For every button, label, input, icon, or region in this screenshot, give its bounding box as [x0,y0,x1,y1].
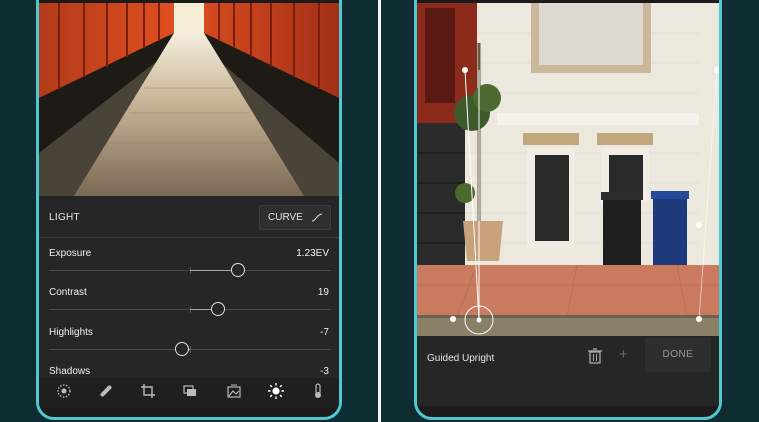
selective-edit-icon[interactable] [181,382,199,400]
house-photo[interactable] [417,3,719,339]
add-guide-icon[interactable]: + [619,346,633,364]
curve-button[interactable]: CURVE [259,205,331,230]
healing-brush-icon[interactable] [97,382,115,400]
slider-center-mark [190,346,191,353]
slider-label: Highlights [49,327,93,338]
slider-label: Exposure [49,248,92,259]
divider [378,0,381,422]
light-panel: LIGHT CURVE Exposure 1.23EV Contrast 19 [39,196,339,406]
crop-icon[interactable] [139,382,157,400]
app-showcase: LIGHT CURVE Exposure 1.23EV Contrast 19 [0,0,759,422]
contrast-slider[interactable]: Contrast 19 [39,287,339,325]
light-icon[interactable] [267,382,285,400]
slider-value: 1.23EV [296,248,329,259]
profiles-icon[interactable] [225,382,243,400]
slider-value: -7 [320,327,329,338]
panel-title: LIGHT [49,212,80,223]
slider-value: 19 [317,287,329,298]
slider-handle[interactable] [211,302,226,316]
slider-label: Shadows [49,366,91,377]
light-panel-header: LIGHT CURVE [39,196,339,238]
slider-label: Contrast [49,287,87,298]
torii-gate-photo[interactable] [39,3,339,196]
guided-upright-label: Guided Upright [427,353,495,364]
curve-icon [312,213,322,222]
done-button[interactable]: DONE [645,338,711,372]
color-icon[interactable] [309,382,327,400]
edit-toolbar [39,378,339,408]
presets-icon[interactable] [55,382,73,400]
guided-upright-bar: Guided Upright + DONE [417,336,719,406]
curve-button-label: CURVE [268,212,303,223]
slider-handle[interactable] [230,263,245,277]
exposure-slider[interactable]: Exposure 1.23EV [39,248,339,286]
left-phone: LIGHT CURVE Exposure 1.23EV Contrast 19 [36,0,342,420]
trash-icon[interactable] [587,348,603,364]
right-phone: Guided Upright + DONE [414,0,722,420]
slider-handle[interactable] [174,342,189,356]
highlights-slider[interactable]: Highlights -7 [39,327,339,365]
slider-value: -3 [320,366,329,377]
